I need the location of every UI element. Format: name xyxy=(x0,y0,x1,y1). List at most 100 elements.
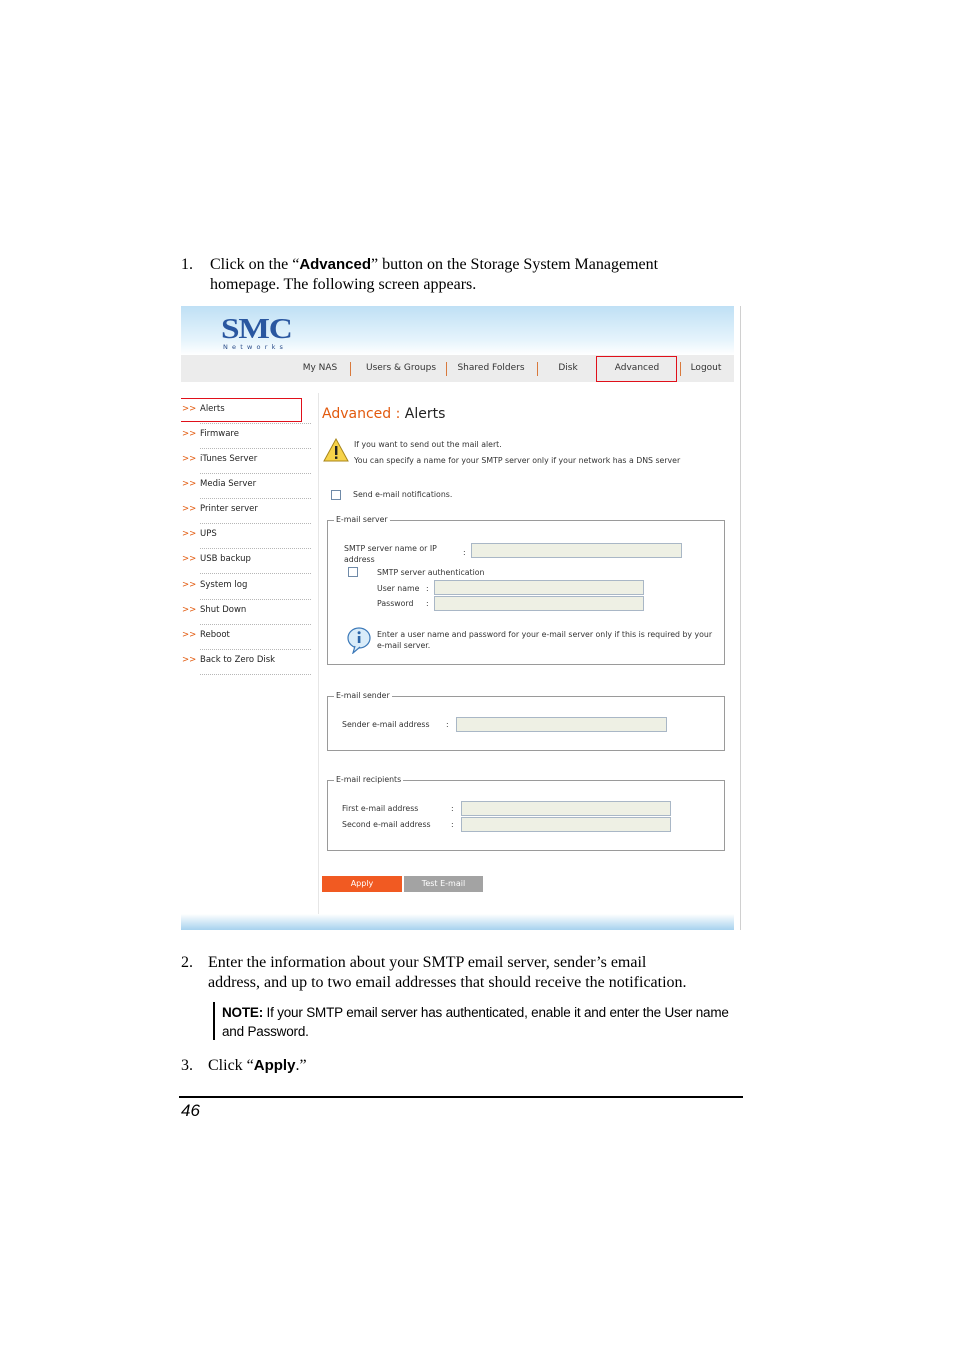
send-notifications-checkbox[interactable] xyxy=(331,490,341,500)
colon: : xyxy=(463,548,466,557)
sidebar-arrow-icon: >> xyxy=(182,580,197,590)
sidebar-arrow-icon: >> xyxy=(182,655,197,665)
sidebar-item-firmware[interactable]: >> Firmware xyxy=(181,424,311,449)
test-email-button[interactable]: Test E-mail xyxy=(404,876,483,892)
note-line-2: and Password. xyxy=(222,1024,309,1039)
step-3-bold: Apply xyxy=(253,1057,296,1074)
step-1-text-a: Click on the “ xyxy=(210,256,300,273)
divider xyxy=(200,674,311,675)
nav-separator xyxy=(446,362,447,376)
sidebar-item-shut-down[interactable]: >> Shut Down xyxy=(181,600,311,625)
step-1-text: Click on the “Advanced” button on the St… xyxy=(210,255,658,275)
sidebar-item-label: System log xyxy=(200,580,248,590)
alerts-highlight-box xyxy=(181,398,302,422)
nav-shared-folders[interactable]: Shared Folders xyxy=(451,355,531,382)
page-title: Advanced : Alerts xyxy=(322,406,445,422)
sidebar-arrow-icon: >> xyxy=(182,529,197,539)
info-icon xyxy=(347,627,371,654)
sidebar-arrow-icon: >> xyxy=(182,554,197,564)
sidebar-item-system-log[interactable]: >> System log xyxy=(181,575,311,600)
step-3-text-a: Click “ xyxy=(208,1057,254,1074)
smtp-server-input[interactable] xyxy=(471,543,682,558)
sidebar-item-label: iTunes Server xyxy=(200,454,258,464)
sidebar-item-label: UPS xyxy=(200,529,217,539)
sender-address-input[interactable] xyxy=(456,717,667,732)
step-2-line1: Enter the information about your SMTP em… xyxy=(208,954,647,971)
smc-logo: SMC Networks xyxy=(221,313,301,351)
sidebar-item-label: Printer server xyxy=(200,504,258,514)
colon: : xyxy=(451,804,454,813)
sender-address-label: Sender e-mail address xyxy=(342,720,430,729)
smtp-auth-label: SMTP server authentication xyxy=(377,568,485,577)
colon: : xyxy=(451,820,454,829)
advanced-highlight-box xyxy=(596,356,677,382)
divider xyxy=(200,573,311,574)
email-sender-legend: E-mail sender xyxy=(334,691,392,700)
nav-disk[interactable]: Disk xyxy=(547,355,589,382)
sidebar-item-usb-backup[interactable]: >> USB backup xyxy=(181,549,311,574)
colon: : xyxy=(426,599,429,608)
logo-main: SMC xyxy=(221,313,293,345)
username-input[interactable] xyxy=(434,580,644,595)
step-2-number: 2. xyxy=(181,954,193,971)
password-label: Password xyxy=(377,599,414,608)
nav-separator xyxy=(350,362,351,376)
footer-rule xyxy=(179,1096,743,1098)
first-address-input[interactable] xyxy=(461,801,671,816)
nav-separator xyxy=(537,362,538,376)
sidebar-item-ups[interactable]: >> UPS xyxy=(181,524,311,549)
sidebar-item-printer-server[interactable]: >> Printer server xyxy=(181,499,311,524)
sidebar-item-media-server[interactable]: >> Media Server xyxy=(181,474,311,499)
step-3-text-b: .” xyxy=(295,1057,307,1074)
nav-separator xyxy=(680,362,681,376)
sidebar-arrow-icon: >> xyxy=(182,630,197,640)
logo-sub: Networks xyxy=(223,343,288,351)
username-label: User name xyxy=(377,584,420,593)
footer-bar xyxy=(181,914,734,930)
step-1-text-b: ” button on the Storage System Managemen… xyxy=(371,256,659,273)
nav-logout[interactable]: Logout xyxy=(683,355,729,382)
sidebar-item-label: USB backup xyxy=(200,554,251,564)
smtp-server-label-1: SMTP server name or IP xyxy=(344,544,437,553)
sidebar-item-label: Firmware xyxy=(200,429,239,439)
step-1-bold: Advanced xyxy=(299,256,372,273)
sidebar-item-back-to-zero-disk[interactable]: >> Back to Zero Disk xyxy=(181,650,311,675)
first-address-label: First e-mail address xyxy=(342,804,419,813)
nav-my-nas[interactable]: My NAS xyxy=(291,355,349,382)
email-server-legend: E-mail server xyxy=(334,515,390,524)
sidebar-arrow-icon: >> xyxy=(182,454,197,464)
sidebar-item-itunes-server[interactable]: >> iTunes Server xyxy=(181,449,311,474)
nav-users-groups[interactable]: Users & Groups xyxy=(361,355,441,382)
note-label: NOTE: xyxy=(222,1005,263,1020)
step-1-number: 1. xyxy=(181,256,193,273)
sidebar-item-label: Shut Down xyxy=(200,605,247,615)
second-address-label: Second e-mail address xyxy=(342,820,431,829)
sidebar-item-label: Reboot xyxy=(200,630,230,640)
page-number: 46 xyxy=(181,1101,200,1120)
note-text-1: If your SMTP email server has authentica… xyxy=(263,1005,729,1020)
note-line-1: NOTE: If your SMTP email server has auth… xyxy=(222,1003,729,1022)
second-address-input[interactable] xyxy=(461,817,671,832)
warning-line-2: You can specify a name for your SMTP ser… xyxy=(354,456,681,465)
apply-button[interactable]: Apply xyxy=(322,876,402,892)
send-notifications-label: Send e-mail notifications. xyxy=(353,490,453,499)
page-title-prefix: Advanced : xyxy=(322,406,401,422)
colon: : xyxy=(446,720,449,729)
smtp-server-label-2: address xyxy=(344,555,375,564)
sidebar-arrow-icon: >> xyxy=(182,429,197,439)
colon: : xyxy=(426,584,429,593)
step-3-text: Click “Apply.” xyxy=(208,1056,307,1076)
sidebar-item-label: Media Server xyxy=(200,479,257,489)
content-divider xyxy=(318,393,319,923)
password-input[interactable] xyxy=(434,596,644,611)
step-2-line2: address, and up to two email addresses t… xyxy=(208,974,687,991)
screenshot: SMC Networks My NAS Users & Groups Share… xyxy=(181,306,741,930)
sidebar-arrow-icon: >> xyxy=(182,479,197,489)
sidebar-item-reboot[interactable]: >> Reboot xyxy=(181,625,311,650)
email-recipients-legend: E-mail recipients xyxy=(334,775,404,784)
info-line-1: Enter a user name and password for your … xyxy=(377,630,713,639)
step-3-number: 3. xyxy=(181,1057,193,1074)
warning-icon xyxy=(323,438,349,462)
smtp-auth-checkbox[interactable] xyxy=(348,567,358,577)
sidebar-arrow-icon: >> xyxy=(182,605,197,615)
